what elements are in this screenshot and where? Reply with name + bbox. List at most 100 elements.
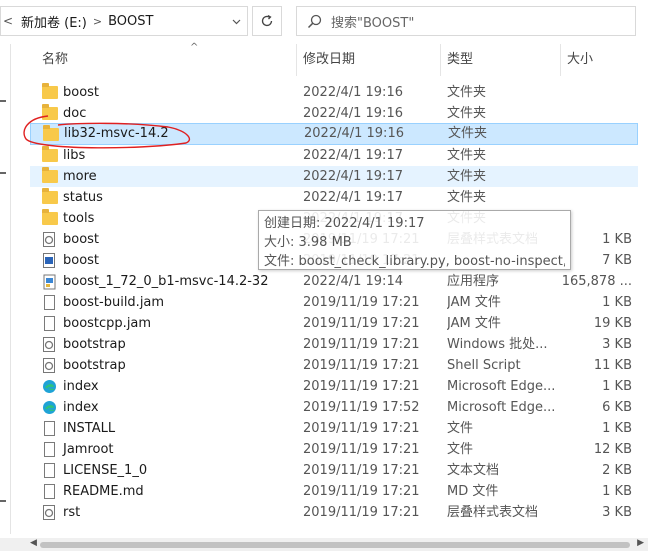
file-name: more bbox=[63, 169, 97, 184]
file-type: JAM 文件 bbox=[447, 295, 501, 310]
list-item[interactable]: rst 2019/11/19 17:21 层叠样式表文档 3 KB bbox=[30, 502, 638, 523]
scroll-right-icon[interactable]: ▶ bbox=[637, 538, 644, 548]
file-date: 2022/4/1 19:17 bbox=[303, 169, 403, 184]
file-type: MD 文件 bbox=[447, 484, 499, 499]
list-item[interactable]: LICENSE_1_0 2019/11/19 17:21 文本文档 2 KB bbox=[30, 460, 638, 481]
sort-ascending-icon: ^ bbox=[190, 42, 199, 53]
folder-icon bbox=[42, 83, 58, 100]
file-name: bootstrap bbox=[63, 358, 126, 373]
column-size[interactable]: 大小 bbox=[567, 44, 593, 76]
file-name: status bbox=[63, 190, 103, 205]
file-date: 2019/11/19 17:21 bbox=[303, 358, 420, 373]
file-file-icon bbox=[42, 484, 58, 499]
column-divider[interactable] bbox=[296, 44, 297, 76]
folder-icon bbox=[42, 167, 58, 184]
search-icon bbox=[297, 14, 331, 29]
column-divider[interactable] bbox=[440, 44, 441, 76]
bat-file-icon bbox=[42, 358, 58, 373]
breadcrumb-folder[interactable]: BOOST bbox=[102, 14, 159, 29]
list-item[interactable]: INSTALL 2019/11/19 17:21 文件 1 KB bbox=[30, 418, 638, 439]
list-item[interactable]: status 2022/4/1 19:17 文件夹 bbox=[30, 187, 638, 208]
file-name: boost bbox=[63, 85, 100, 100]
search-input[interactable]: 搜索"BOOST" bbox=[331, 12, 414, 31]
file-name: libs bbox=[63, 148, 86, 163]
column-header: ^ 名称 修改日期 类型 大小 bbox=[30, 42, 640, 76]
edge-file-icon bbox=[42, 379, 58, 394]
column-divider[interactable] bbox=[560, 44, 561, 76]
css-file-icon bbox=[42, 232, 58, 247]
tooltip-created: 创建日期: 2022/4/1 19:17 bbox=[264, 216, 425, 231]
file-size: 19 KB bbox=[593, 316, 632, 331]
file-type: 文件夹 bbox=[447, 169, 487, 184]
search-box[interactable]: 搜索"BOOST" bbox=[296, 6, 636, 36]
file-date: 2022/4/1 19:17 bbox=[303, 190, 403, 205]
file-type: Windows 批处... bbox=[447, 337, 548, 352]
file-name: lib32-msvc-14.2 bbox=[64, 126, 169, 141]
file-name: Jamroot bbox=[63, 442, 114, 457]
file-type: Shell Script bbox=[447, 358, 521, 373]
scrollbar-thumb[interactable] bbox=[40, 542, 630, 548]
file-date: 2019/11/19 17:21 bbox=[303, 337, 420, 352]
list-item[interactable]: boost-build.jam 2019/11/19 17:21 JAM 文件 1 K… bbox=[30, 292, 638, 313]
file-date: 2022/4/1 19:16 bbox=[304, 126, 404, 141]
tooltip: 创建日期: 2022/4/1 19:17 大小: 3.98 MB 文件: boo… bbox=[258, 210, 571, 270]
file-date: 2022/4/1 19:14 bbox=[303, 274, 403, 289]
list-item[interactable]: index 2019/11/19 17:21 Microsoft Edge... 1 … bbox=[30, 376, 638, 397]
column-name[interactable]: 名称 bbox=[42, 44, 68, 76]
bat-file-icon bbox=[42, 337, 58, 352]
file-file-icon bbox=[42, 463, 58, 478]
file-type: Microsoft Edge... bbox=[447, 400, 556, 415]
file-size: 7 KB bbox=[602, 253, 632, 268]
nav-marker bbox=[0, 100, 6, 102]
column-date[interactable]: 修改日期 bbox=[303, 44, 355, 76]
file-size: 1 KB bbox=[602, 484, 632, 499]
file-size: 11 KB bbox=[593, 358, 632, 373]
file-date: 2019/11/19 17:21 bbox=[303, 421, 420, 436]
file-size: 12 KB bbox=[593, 442, 632, 457]
list-item[interactable]: index 2019/11/19 17:52 Microsoft Edge... 6 … bbox=[30, 397, 638, 418]
list-item[interactable]: boostcpp.jam 2019/11/19 17:21 JAM 文件 19 KB bbox=[30, 313, 638, 334]
exe-file-icon bbox=[42, 274, 58, 290]
file-name: boost bbox=[63, 253, 100, 268]
horizontal-scrollbar[interactable]: ◀ ▶ bbox=[0, 538, 648, 551]
file-name: boost-build.jam bbox=[63, 295, 165, 310]
image-file-icon bbox=[42, 253, 58, 268]
list-item[interactable]: libs 2022/4/1 19:17 文件夹 bbox=[30, 145, 638, 166]
tooltip-files: 文件: boost_check_library.py, boost-no-ins… bbox=[264, 254, 565, 269]
address-bar[interactable]: < 新加卷 (E:) > BOOST bbox=[0, 6, 248, 36]
file-date: 2022/4/1 19:16 bbox=[303, 106, 403, 121]
list-item[interactable]: boost_1_72_0_b1-msvc-14.2-32 2022/4/1 19:… bbox=[30, 271, 638, 292]
breadcrumb-separator-icon[interactable]: > bbox=[93, 15, 102, 28]
folder-icon bbox=[43, 125, 59, 142]
list-item[interactable]: boost 2022/4/1 19:16 文件夹 bbox=[30, 82, 638, 103]
list-item[interactable]: doc 2022/4/1 19:16 文件夹 bbox=[30, 103, 638, 124]
file-type: 文件夹 bbox=[448, 126, 488, 141]
breadcrumb-drive[interactable]: 新加卷 (E:) bbox=[15, 12, 93, 31]
file-size: 3 KB bbox=[602, 337, 632, 352]
file-name: tools bbox=[63, 211, 95, 226]
column-type[interactable]: 类型 bbox=[447, 44, 473, 76]
file-type: 文件夹 bbox=[447, 190, 487, 205]
file-type: 文件夹 bbox=[447, 148, 487, 163]
nav-marker bbox=[0, 172, 6, 174]
navigation-pane-edge[interactable] bbox=[0, 44, 11, 534]
refresh-button[interactable] bbox=[252, 6, 282, 36]
file-date: 2019/11/19 17:21 bbox=[303, 505, 420, 520]
back-chevron-icon[interactable]: < bbox=[1, 14, 15, 28]
list-item[interactable]: Jamroot 2019/11/19 17:21 文件 12 KB bbox=[30, 439, 638, 460]
scroll-left-icon[interactable]: ◀ bbox=[30, 538, 37, 548]
file-file-icon bbox=[42, 442, 58, 457]
file-file-icon bbox=[42, 295, 58, 310]
file-file-icon bbox=[42, 421, 58, 436]
file-name: bootstrap bbox=[63, 337, 126, 352]
list-item[interactable]: bootstrap 2019/11/19 17:21 Windows 批处... 3 … bbox=[30, 334, 638, 355]
file-type: 文本文档 bbox=[447, 463, 500, 478]
list-item[interactable]: lib32-msvc-14.2 2022/4/1 19:16 文件夹 bbox=[30, 123, 638, 145]
file-date: 2022/4/1 19:17 bbox=[303, 148, 403, 163]
address-dropdown-icon[interactable] bbox=[225, 15, 247, 28]
list-item[interactable]: README.md 2019/11/19 17:21 MD 文件 1 KB bbox=[30, 481, 638, 502]
nav-marker bbox=[0, 500, 6, 502]
list-item[interactable]: bootstrap 2019/11/19 17:21 Shell Script 11 … bbox=[30, 355, 638, 376]
list-item[interactable]: more 2022/4/1 19:17 文件夹 bbox=[30, 166, 638, 187]
file-date: 2019/11/19 17:21 bbox=[303, 463, 420, 478]
